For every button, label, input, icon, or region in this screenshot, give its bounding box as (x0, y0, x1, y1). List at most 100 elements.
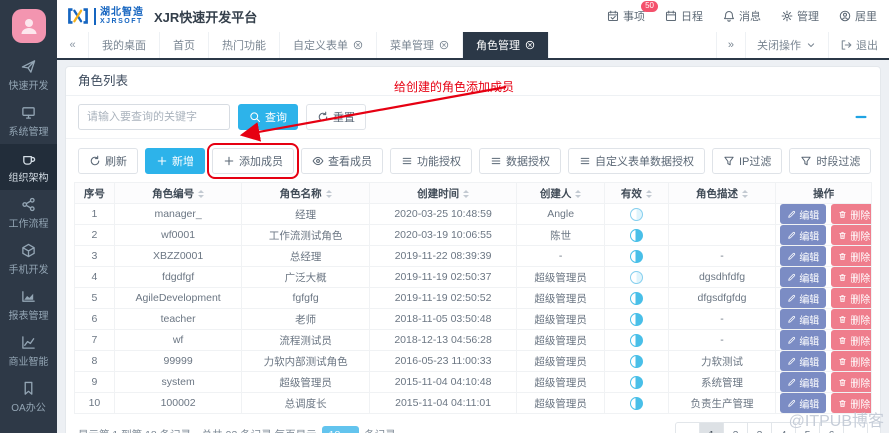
page-button-3[interactable]: 3 (747, 422, 772, 433)
col-header[interactable]: 角色编号 (114, 183, 242, 204)
cell-role-code: 99999 (114, 351, 242, 372)
tabs-scroll-left-icon[interactable]: « (57, 32, 89, 58)
delete-button[interactable]: 删除 (831, 372, 871, 392)
view-members-button[interactable]: 查看成员 (301, 148, 383, 174)
plus-icon (223, 155, 235, 167)
sort-icon (646, 190, 652, 198)
table-row: 6 teacher 老师 2018-11-05 03:50:48 超级管理员 -… (75, 309, 872, 330)
valid-toggle[interactable] (630, 397, 643, 410)
table-row: 8 99999 力软内部测试角色 2016-05-23 11:00:33 超级管… (75, 351, 872, 372)
col-header[interactable]: 创建人 (517, 183, 605, 204)
sidebar-item-mobile-dev[interactable]: 手机开发 (0, 236, 57, 282)
tab-custom-form[interactable]: 自定义表单 (280, 32, 377, 58)
share-icon (21, 197, 36, 212)
add-member-button[interactable]: 添加成员 (212, 148, 294, 174)
valid-toggle[interactable] (630, 355, 643, 368)
cell-role-desc: - (668, 309, 776, 330)
edit-button[interactable]: 编辑 (780, 330, 826, 350)
edit-button[interactable]: 编辑 (780, 225, 826, 245)
collapse-panel-icon[interactable] (854, 110, 868, 124)
tab-menu-mgmt[interactable]: 菜单管理 (377, 32, 463, 58)
col-header[interactable]: 角色描述 (668, 183, 776, 204)
tabs-scroll-right-icon[interactable]: » (716, 32, 745, 58)
add-button[interactable]: 新增 (145, 148, 205, 174)
valid-toggle[interactable] (630, 271, 643, 284)
custom-form-data-auth-button[interactable]: 自定义表单数据授权 (568, 148, 705, 174)
ip-filter-button[interactable]: IP过滤 (712, 148, 782, 174)
bookmark-icon (21, 381, 36, 396)
sidebar-item-rapid-dev[interactable]: 快速开发 (0, 52, 57, 98)
valid-toggle[interactable] (630, 334, 643, 347)
edit-button[interactable]: 编辑 (780, 267, 826, 287)
page-button-1[interactable]: 1 (699, 422, 724, 433)
delete-button[interactable]: 删除 (831, 309, 871, 329)
data-auth-button[interactable]: 数据授权 (479, 148, 561, 174)
cell-creator: 超级管理员 (517, 393, 605, 414)
sidebar-menu: 快速开发 系统管理 组织架构 工作流程 手机开发 报表管理 商业智能 OA办公 (0, 52, 57, 420)
delete-button[interactable]: 删除 (831, 330, 871, 350)
topbar-item-messages[interactable]: 消息 (723, 8, 761, 24)
cell-created-time: 2020-03-25 10:48:59 (369, 204, 516, 225)
delete-button[interactable]: 删除 (831, 351, 871, 371)
reset-button[interactable]: 重置 (306, 104, 366, 130)
gear-icon (781, 10, 793, 22)
trash-icon (838, 336, 847, 345)
function-auth-button[interactable]: 功能授权 (390, 148, 472, 174)
cell-actions: 编辑删除 (776, 372, 872, 393)
user-avatar[interactable] (0, 0, 57, 52)
sidebar-item-label: 快速开发 (9, 77, 49, 92)
sidebar-item-report-mgmt[interactable]: 报表管理 (0, 282, 57, 328)
topbar-item-schedule[interactable]: 日程 (665, 8, 703, 24)
topbar-item-user[interactable]: 居里 (839, 8, 877, 24)
edit-button[interactable]: 编辑 (780, 372, 826, 392)
col-header[interactable]: 角色名称 (242, 183, 370, 204)
topbar-item-manage[interactable]: 管理 (781, 8, 819, 24)
tab-my-desktop[interactable]: 我的桌面 (89, 32, 160, 58)
search-button[interactable]: 查询 (238, 104, 298, 130)
search-icon (249, 111, 261, 123)
topbar-item-matters[interactable]: 事项 50 (607, 8, 645, 24)
delete-button[interactable]: 删除 (831, 246, 871, 266)
tab-hot-functions[interactable]: 热门功能 (209, 32, 280, 58)
close-operations-dropdown[interactable]: 关闭操作 (745, 32, 828, 58)
table-row: 7 wf 流程测试员 2018-12-13 04:56:28 超级管理员 - 编… (75, 330, 872, 351)
page-size-select[interactable]: 18 (322, 426, 360, 433)
delete-button[interactable]: 删除 (831, 225, 871, 245)
edit-button[interactable]: 编辑 (780, 204, 826, 224)
delete-button[interactable]: 删除 (831, 288, 871, 308)
table-header-row: 序号角色编号角色名称创建时间创建人有效角色描述操作 (75, 183, 872, 204)
edit-button[interactable]: 编辑 (780, 309, 826, 329)
time-filter-button[interactable]: 时段过滤 (789, 148, 871, 174)
page-button-2[interactable]: 2 (723, 422, 748, 433)
edit-button[interactable]: 编辑 (780, 288, 826, 308)
edit-button[interactable]: 编辑 (780, 351, 826, 371)
logout-button[interactable]: 退出 (828, 32, 889, 58)
filter-icon (800, 155, 812, 167)
sidebar-item-bi[interactable]: 商业智能 (0, 328, 57, 374)
delete-button[interactable]: 删除 (831, 267, 871, 287)
pencil-icon (787, 273, 796, 282)
cell-role-code: wf0001 (114, 225, 242, 246)
sidebar-item-system-mgmt[interactable]: 系统管理 (0, 98, 57, 144)
sort-icon (575, 190, 581, 198)
valid-toggle[interactable] (630, 292, 643, 305)
valid-toggle[interactable] (630, 250, 643, 263)
edit-button[interactable]: 编辑 (780, 246, 826, 266)
cell-no: 1 (75, 204, 115, 225)
tab-home[interactable]: 首页 (160, 32, 209, 58)
col-header[interactable]: 创建时间 (369, 183, 516, 204)
delete-button[interactable]: 删除 (831, 204, 871, 224)
tab-role-mgmt[interactable]: 角色管理 (463, 32, 549, 58)
sidebar-item-oa[interactable]: OA办公 (0, 374, 57, 420)
valid-toggle[interactable] (630, 376, 643, 389)
sidebar-item-org-structure[interactable]: 组织架构 (0, 144, 57, 190)
prev-page-button[interactable]: ‹ (675, 422, 700, 433)
search-input[interactable] (78, 104, 230, 130)
valid-toggle[interactable] (630, 208, 643, 221)
valid-toggle[interactable] (630, 313, 643, 326)
col-header[interactable]: 有效 (604, 183, 668, 204)
valid-toggle[interactable] (630, 229, 643, 242)
sidebar-item-workflow[interactable]: 工作流程 (0, 190, 57, 236)
edit-button-label: 编辑 (799, 312, 819, 327)
refresh-button[interactable]: 刷新 (78, 148, 138, 174)
